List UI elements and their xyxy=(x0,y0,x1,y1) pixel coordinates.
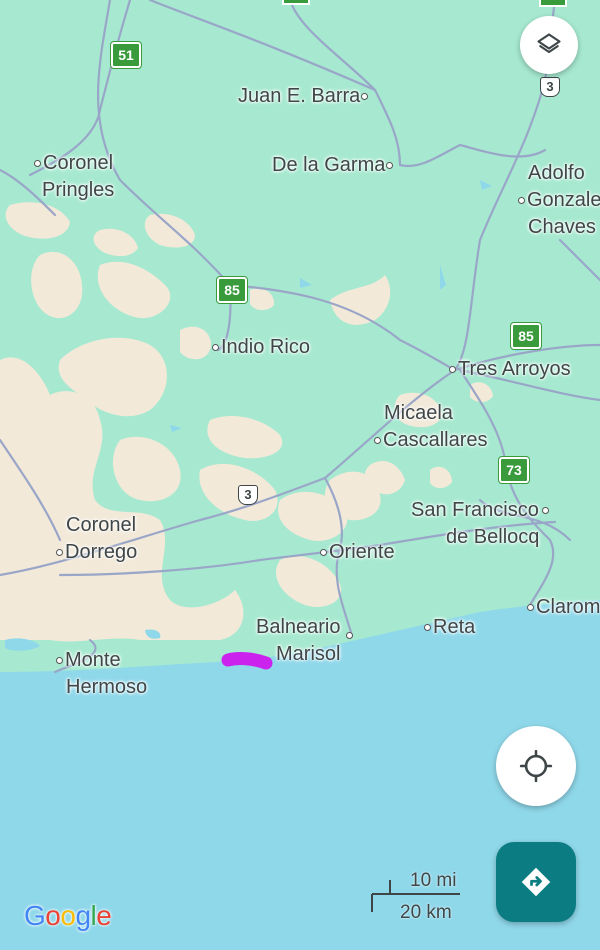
place-dot xyxy=(374,437,381,445)
scale-label-miles: 10 mi xyxy=(410,870,457,891)
place-label: De la Garma xyxy=(272,154,386,176)
scale-bar: 10 mi 20 km xyxy=(370,870,462,923)
route-shield-3-south: 3 xyxy=(238,485,258,505)
place-label: Tres Arroyos xyxy=(458,358,571,380)
place-dot xyxy=(386,162,394,170)
place-label-line-1: Balneario xyxy=(256,616,341,638)
place-indio-rico[interactable]: Indio Rico xyxy=(212,334,310,361)
place-label: Juan E. Barra xyxy=(238,85,361,107)
logo-letter: o xyxy=(45,900,61,931)
route-shield-51: 51 xyxy=(111,42,141,68)
place-label-line-2: Marisol xyxy=(276,643,341,665)
place-label-line-1: Coronel xyxy=(66,514,137,536)
place-coronel-pringles[interactable]: Coronel Pringles xyxy=(34,150,114,204)
route-shield-3-north: 3 xyxy=(540,77,560,97)
place-label-line-1: San Francisco xyxy=(411,499,539,521)
place-monte-hermoso[interactable]: Monte Hermoso xyxy=(56,647,147,701)
place-adolfo-gonzales-chaves[interactable]: Adolfo Gonzale Chaves xyxy=(518,160,600,241)
place-label-line-2: Cascallares xyxy=(383,429,488,451)
my-location-icon xyxy=(519,749,553,783)
logo-letter: G xyxy=(24,900,46,931)
place-dot xyxy=(56,549,63,557)
place-san-francisco-de-bellocq[interactable]: San Francisco de Bellocq xyxy=(411,497,549,551)
route-shield-73: 73 xyxy=(499,457,529,483)
place-label-line-1: Adolfo xyxy=(528,162,585,184)
logo-letter: o xyxy=(60,900,76,931)
logo-letter: e xyxy=(96,900,112,931)
scale-label-km: 20 km xyxy=(400,902,452,923)
layers-icon xyxy=(537,33,561,54)
google-logo: Google xyxy=(24,900,112,932)
place-reta[interactable]: Reta xyxy=(424,614,475,641)
route-shield-85-east: 85 xyxy=(511,323,541,349)
place-label-line-1: Coronel xyxy=(43,152,114,174)
place-label-line-2: Gonzale xyxy=(527,189,600,211)
layers-button[interactable] xyxy=(520,16,578,74)
place-dot xyxy=(320,549,327,557)
directions-button[interactable] xyxy=(496,842,576,922)
place-label-line-2: Pringles xyxy=(42,179,115,201)
place-dot xyxy=(56,657,63,665)
place-label: Oriente xyxy=(329,541,395,563)
place-balneario-marisol[interactable]: Balneario Marisol xyxy=(256,614,353,668)
place-claromeco[interactable]: Clarom xyxy=(527,594,600,621)
place-dot xyxy=(345,632,353,640)
place-dot xyxy=(541,507,549,515)
route-shield-partial-top-left xyxy=(282,0,310,5)
place-dot xyxy=(212,344,219,352)
place-label-line-3: Chaves xyxy=(528,216,596,238)
place-oriente[interactable]: Oriente xyxy=(320,539,395,566)
place-de-la-garma[interactable]: De la Garma xyxy=(272,152,394,179)
place-dot xyxy=(527,604,534,612)
place-dot xyxy=(361,93,369,101)
place-tres-arroyos[interactable]: Tres Arroyos xyxy=(449,356,571,383)
directions-icon xyxy=(521,867,551,897)
logo-letter: g xyxy=(75,900,91,931)
route-shield-partial-top-right xyxy=(539,0,567,7)
place-dot xyxy=(449,366,456,374)
place-label: Reta xyxy=(433,616,476,638)
my-location-button[interactable] xyxy=(496,726,576,806)
place-juan-e-barra[interactable]: Juan E. Barra xyxy=(238,83,369,110)
place-label-line-2: Dorrego xyxy=(65,541,138,563)
route-shield-85-west: 85 xyxy=(217,277,247,303)
place-label-line-1: Monte xyxy=(65,649,121,671)
place-label: Indio Rico xyxy=(221,336,310,358)
place-dot xyxy=(34,160,41,168)
place-label: Clarom xyxy=(536,596,600,618)
place-micaela-cascallares[interactable]: Micaela Cascallares xyxy=(374,400,487,454)
place-label-line-2: Hermoso xyxy=(66,676,148,698)
place-dot xyxy=(424,624,431,632)
place-label-line-1: Micaela xyxy=(384,402,453,424)
place-coronel-dorrego[interactable]: Coronel Dorrego xyxy=(56,512,137,566)
place-label-line-2: de Bellocq xyxy=(446,526,540,548)
place-dot xyxy=(518,197,525,205)
